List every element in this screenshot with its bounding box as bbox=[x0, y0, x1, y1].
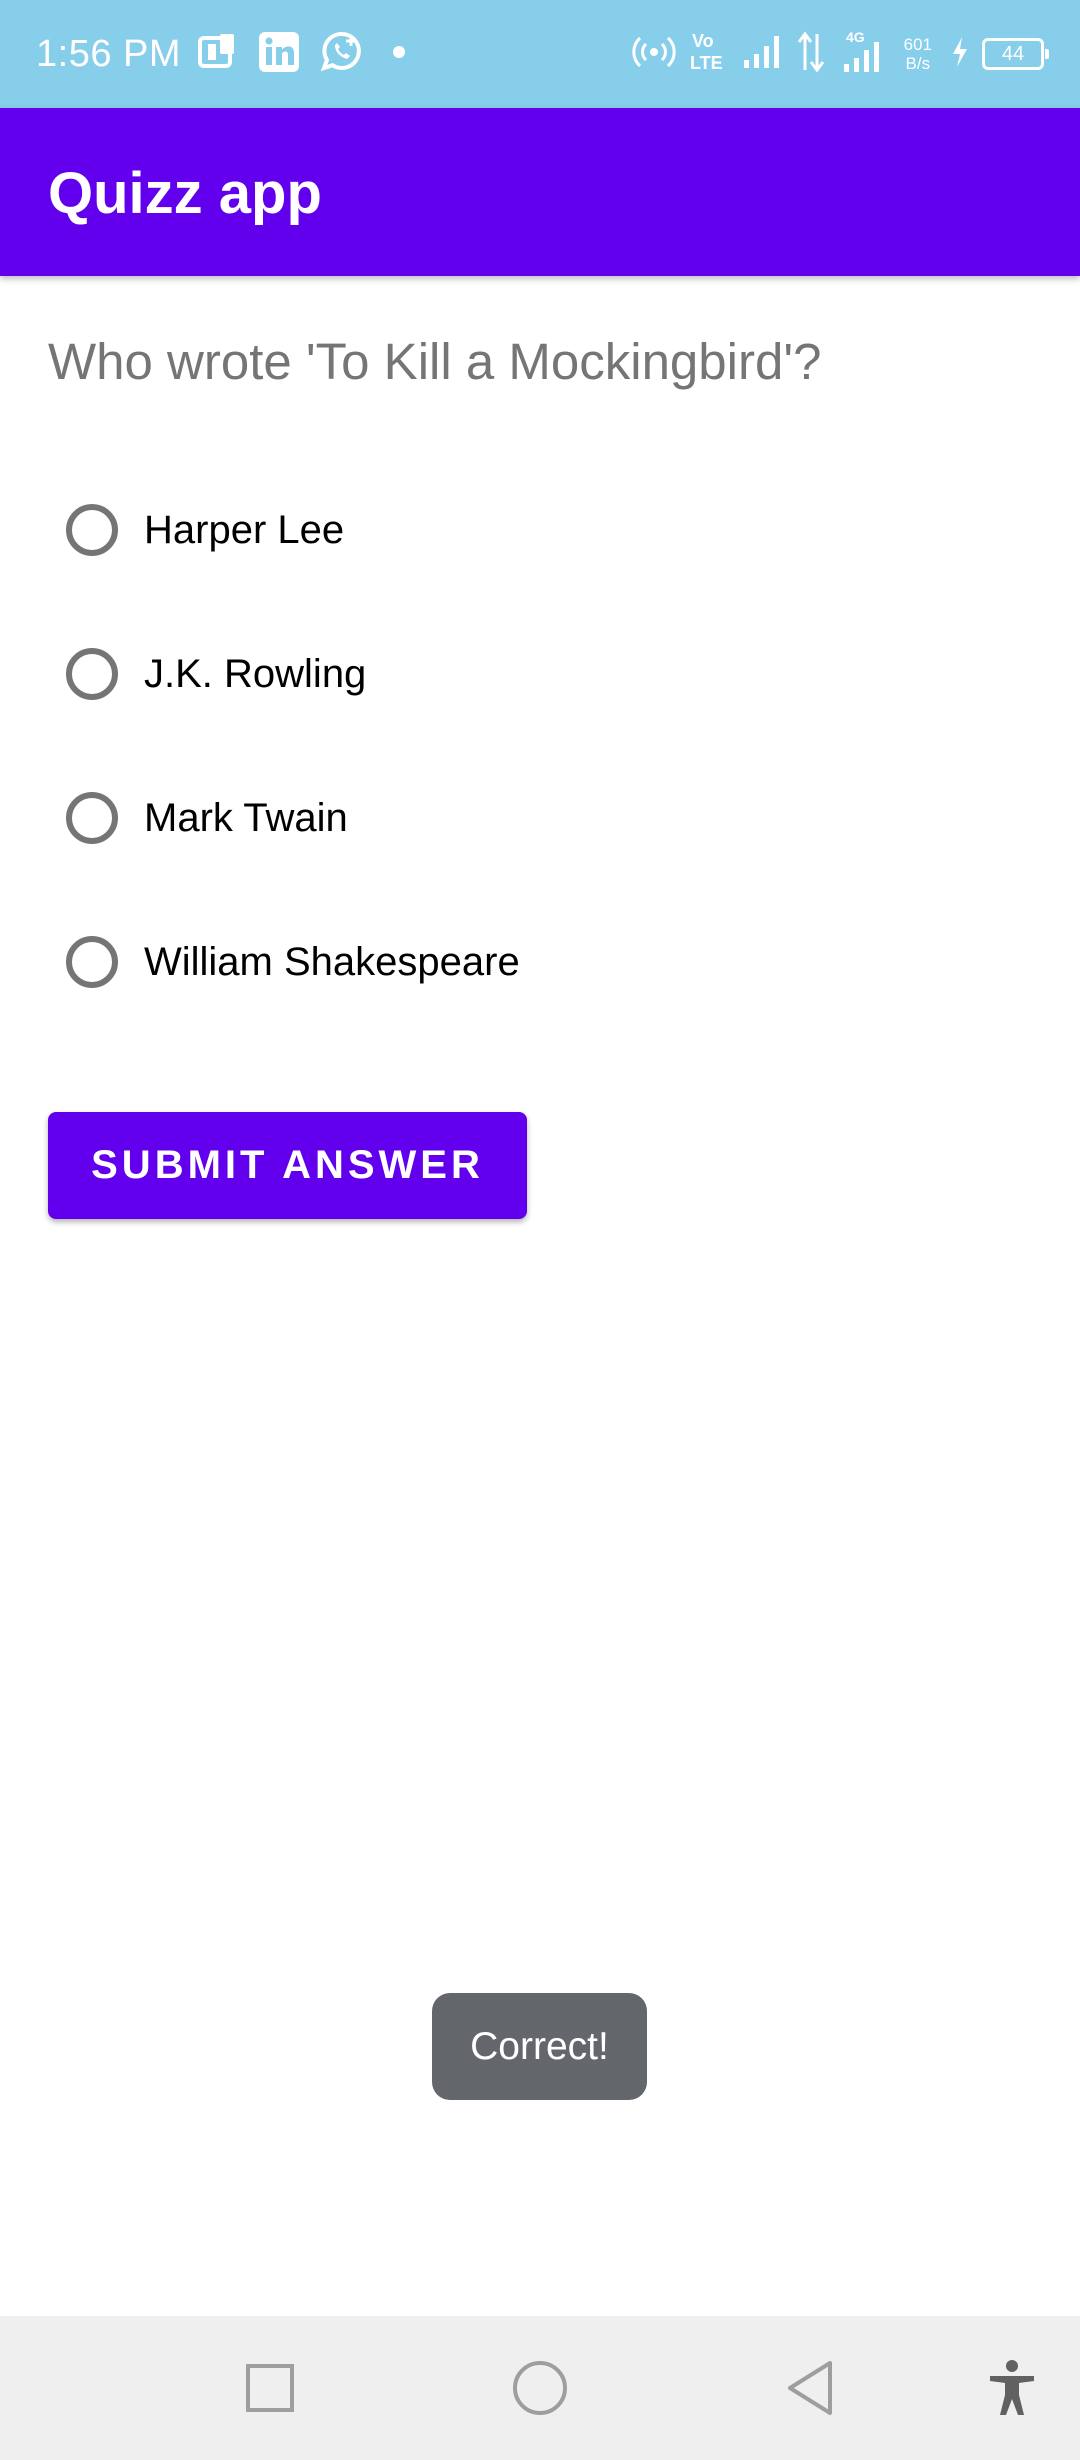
recents-icon bbox=[246, 2364, 294, 2412]
status-bar: 1:56 PM Vo LTE 4G 601 B/s 44 bbox=[0, 0, 1080, 108]
answer-radio-group: Harper Lee J.K. Rowling Mark Twain Willi… bbox=[48, 466, 948, 1042]
submit-answer-button[interactable]: SUBMIT ANSWER bbox=[48, 1112, 527, 1219]
app-bar: Quizz app bbox=[0, 108, 1080, 276]
battery-indicator: 44 bbox=[982, 38, 1049, 70]
option-label: William Shakespeare bbox=[144, 940, 520, 984]
toast-message: Correct! bbox=[432, 1993, 647, 2100]
network-speed: 601 B/s bbox=[904, 35, 932, 73]
navigation-bar bbox=[0, 2316, 1080, 2460]
svg-text:Vo: Vo bbox=[692, 31, 714, 51]
linkedin-icon bbox=[258, 31, 300, 78]
option-william-shakespeare[interactable]: William Shakespeare bbox=[48, 898, 948, 1026]
back-icon bbox=[788, 2361, 832, 2415]
radio-button-icon[interactable] bbox=[66, 936, 118, 988]
option-harper-lee[interactable]: Harper Lee bbox=[48, 466, 948, 594]
option-jk-rowling[interactable]: J.K. Rowling bbox=[48, 610, 948, 738]
option-label: Mark Twain bbox=[144, 796, 348, 840]
accessibility-button[interactable] bbox=[952, 2316, 1072, 2460]
radio-button-icon[interactable] bbox=[66, 792, 118, 844]
accessibility-icon bbox=[990, 2360, 1034, 2415]
back-button[interactable] bbox=[750, 2316, 870, 2460]
svg-text:LTE: LTE bbox=[690, 53, 723, 73]
signal-4g-icon: 4G bbox=[838, 28, 886, 81]
status-system-icons: Vo LTE 4G 601 B/s 44 bbox=[632, 26, 1049, 82]
whatsapp-business-icon bbox=[320, 30, 364, 79]
charging-icon bbox=[950, 35, 970, 74]
option-label: Harper Lee bbox=[144, 508, 345, 552]
data-arrows-icon bbox=[796, 30, 826, 79]
network-speed-value: 601 bbox=[903, 35, 932, 54]
radio-button-icon[interactable] bbox=[66, 648, 118, 700]
home-button[interactable] bbox=[480, 2316, 600, 2460]
recents-button[interactable] bbox=[210, 2316, 330, 2460]
radio-button-icon[interactable] bbox=[66, 504, 118, 556]
app-title: Quizz app bbox=[48, 161, 322, 226]
notification-dot-icon bbox=[384, 42, 414, 67]
status-time: 1:56 PM bbox=[36, 33, 182, 75]
status-notification-icons bbox=[198, 30, 414, 78]
svg-text:4G: 4G bbox=[846, 29, 865, 45]
signal-icon bbox=[740, 32, 784, 77]
option-label: J.K. Rowling bbox=[144, 652, 367, 696]
question-text: Who wrote 'To Kill a Mockingbird'? bbox=[48, 333, 822, 390]
home-icon bbox=[513, 2361, 567, 2415]
network-speed-unit: B/s bbox=[905, 54, 931, 73]
option-mark-twain[interactable]: Mark Twain bbox=[48, 754, 948, 882]
volte-icon: Vo LTE bbox=[688, 29, 728, 80]
hotspot-icon bbox=[632, 32, 676, 77]
paytm-icon bbox=[198, 32, 238, 77]
